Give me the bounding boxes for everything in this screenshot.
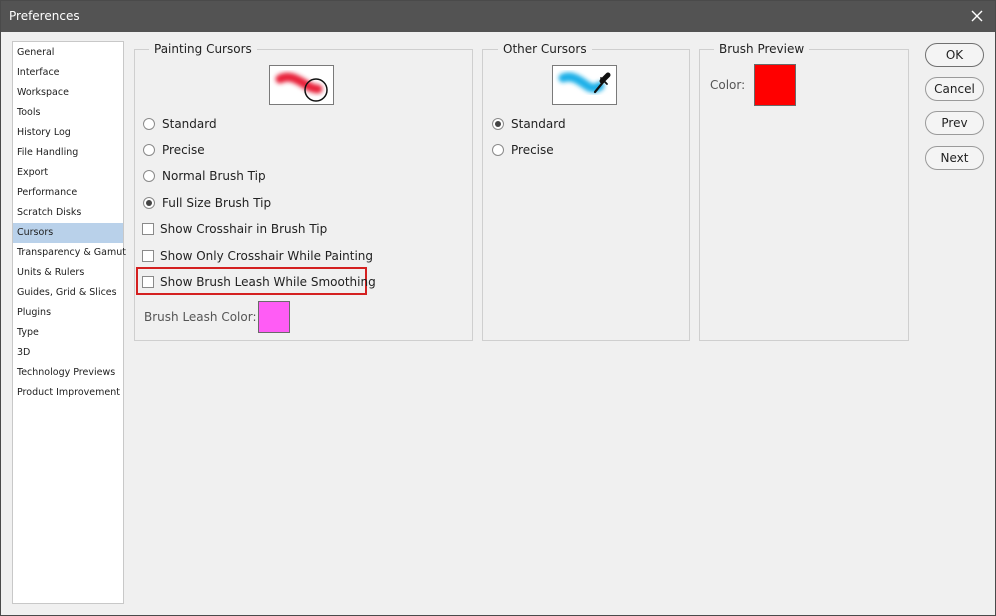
- option-label: Precise: [162, 143, 205, 157]
- other-precise-option[interactable]: Precise: [492, 143, 554, 157]
- sidebar-item-export[interactable]: Export: [13, 163, 123, 183]
- painting-cursor-preview: [269, 65, 334, 105]
- cancel-button[interactable]: Cancel: [925, 77, 984, 101]
- checkbox-label: Show Crosshair in Brush Tip: [160, 222, 328, 236]
- option-label: Precise: [511, 143, 554, 157]
- sidebar-item-technology-previews[interactable]: Technology Previews: [13, 363, 123, 383]
- sidebar-item-file-handling[interactable]: File Handling: [13, 143, 123, 163]
- sidebar-item-plugins[interactable]: Plugins: [13, 303, 123, 323]
- show-crosshair-checkbox[interactable]: Show Crosshair in Brush Tip: [142, 222, 327, 236]
- painting-precise-option[interactable]: Precise: [143, 143, 205, 157]
- checkbox-label: Show Brush Leash While Smoothing: [160, 275, 376, 289]
- sidebar-item-transparency-gamut[interactable]: Transparency & Gamut: [13, 243, 126, 263]
- sidebar-item-product-improvement[interactable]: Product Improvement: [13, 383, 123, 403]
- preferences-dialog: Preferences General Interface Workspace …: [0, 0, 996, 616]
- sidebar-item-workspace[interactable]: Workspace: [13, 83, 123, 103]
- option-label: Full Size Brush Tip: [162, 196, 272, 210]
- brush-preview-color-swatch[interactable]: [754, 64, 796, 106]
- other-cursor-preview: [552, 65, 617, 105]
- brush-leash-color-swatch[interactable]: [258, 301, 290, 333]
- checkbox[interactable]: [142, 223, 154, 235]
- close-icon: [971, 10, 983, 22]
- sidebar-item-type[interactable]: Type: [13, 323, 123, 343]
- sidebar-item-tools[interactable]: Tools: [13, 103, 123, 123]
- ok-button[interactable]: OK: [925, 43, 984, 67]
- checkbox-label: Show Only Crosshair While Painting: [160, 249, 374, 263]
- sidebar-item-interface[interactable]: Interface: [13, 63, 123, 83]
- red-brush-stroke-with-circle-icon: [275, 72, 328, 102]
- brush-leash-color-label: Brush Leash Color:: [144, 310, 257, 324]
- radio-button[interactable]: [143, 170, 155, 182]
- title-bar: Preferences: [1, 1, 995, 32]
- sidebar-item-guides-grid-slices[interactable]: Guides, Grid & Slices: [13, 283, 123, 303]
- other-standard-option[interactable]: Standard: [492, 117, 566, 131]
- option-label: Standard: [511, 117, 566, 131]
- show-brush-leash-checkbox[interactable]: Show Brush Leash While Smoothing: [142, 275, 376, 289]
- sidebar-item-cursors[interactable]: Cursors: [13, 223, 123, 243]
- next-button[interactable]: Next: [925, 146, 984, 170]
- option-label: Standard: [162, 117, 217, 131]
- painting-normal-brush-tip-option[interactable]: Normal Brush Tip: [143, 169, 266, 183]
- dialog-title: Preferences: [9, 9, 80, 23]
- sidebar-item-scratch-disks[interactable]: Scratch Disks: [13, 203, 123, 223]
- radio-button-selected[interactable]: [492, 118, 504, 130]
- preferences-sidebar: General Interface Workspace Tools Histor…: [12, 41, 126, 604]
- close-button[interactable]: [967, 6, 987, 26]
- other-cursors-title: Other Cursors: [498, 41, 592, 57]
- eyedropper-cyan-stroke-icon: [558, 72, 611, 94]
- brush-preview-color-label: Color:: [710, 78, 746, 92]
- option-label: Normal Brush Tip: [162, 169, 266, 183]
- radio-button-selected[interactable]: [143, 197, 155, 209]
- checkbox[interactable]: [142, 250, 154, 262]
- sidebar-item-performance[interactable]: Performance: [13, 183, 123, 203]
- brush-preview-title: Brush Preview: [714, 41, 810, 57]
- checkbox[interactable]: [142, 276, 154, 288]
- sidebar-item-general[interactable]: General: [13, 43, 123, 63]
- sidebar-item-3d[interactable]: 3D: [13, 343, 123, 363]
- painting-full-size-brush-tip-option[interactable]: Full Size Brush Tip: [143, 196, 271, 210]
- brush-preview-group: Brush Preview: [699, 41, 909, 341]
- radio-button[interactable]: [492, 144, 504, 156]
- prev-button[interactable]: Prev: [925, 111, 984, 135]
- painting-cursors-title: Painting Cursors: [149, 41, 257, 57]
- radio-button[interactable]: [143, 144, 155, 156]
- radio-button[interactable]: [143, 118, 155, 130]
- show-only-crosshair-checkbox[interactable]: Show Only Crosshair While Painting: [142, 249, 373, 263]
- painting-standard-option[interactable]: Standard: [143, 117, 217, 131]
- sidebar-item-units-rulers[interactable]: Units & Rulers: [13, 263, 123, 283]
- sidebar-item-history-log[interactable]: History Log: [13, 123, 123, 143]
